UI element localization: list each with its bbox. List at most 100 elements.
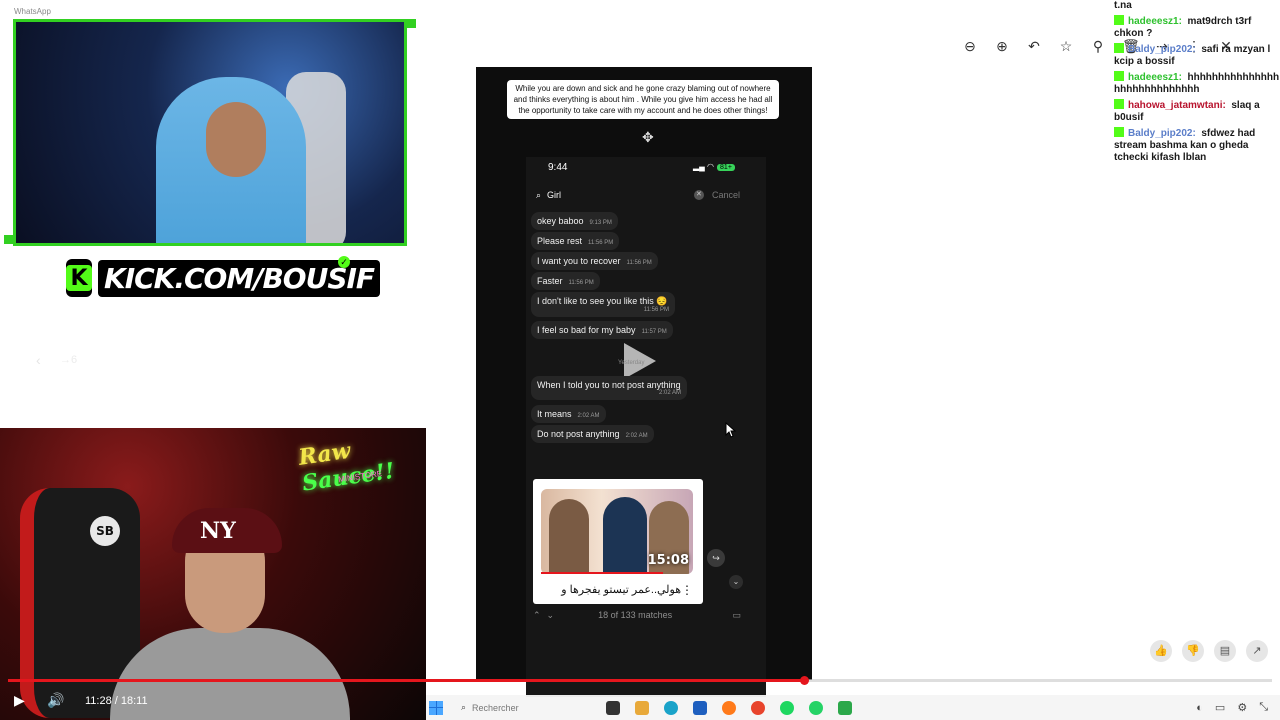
video-progress-fill — [8, 679, 805, 682]
search-cancel-button[interactable]: Cancel — [712, 190, 740, 200]
chat-message: When I told you to not post anything 2:02… — [531, 376, 687, 400]
video-actions: 👍 👎 ▤ ↗ — [1150, 640, 1268, 662]
comment-icon[interactable]: ▤ — [1214, 640, 1236, 662]
message-text: When I told you to not post anything — [537, 380, 681, 390]
search-icon: ⌕ — [461, 702, 467, 712]
clear-icon[interactable]: ✕ — [693, 190, 704, 200]
search-query[interactable]: Girl — [547, 190, 561, 200]
video-thumbnail[interactable]: 15:08 — [541, 489, 693, 574]
date-separator: Yesterday — [618, 360, 645, 366]
neon-sign: Raw Sauce!! — [297, 428, 426, 497]
whatsapp-icon[interactable] — [809, 700, 823, 715]
cap-logo: NY — [200, 518, 236, 544]
thumbnail-person — [549, 499, 589, 574]
chat-username[interactable]: hadeeesz1: — [1128, 16, 1182, 27]
video-watched-bar — [541, 572, 663, 574]
message-time: 11:56 PM — [588, 240, 614, 246]
kick-logo: K — [66, 259, 92, 297]
match-count: 18 of 133 matches — [598, 610, 673, 620]
frame-corner — [4, 235, 13, 244]
streamer-face — [206, 102, 266, 177]
time-display: 11:28 / 18:11 — [85, 695, 148, 707]
kick-badge-icon — [1114, 71, 1124, 81]
kick-badge-icon — [1114, 15, 1124, 25]
taskbar-search[interactable]: ⌕ Rechercher — [461, 702, 591, 713]
chat-username[interactable]: Baldy_pip202: — [1128, 128, 1196, 139]
search-icon: ⌕ — [536, 189, 542, 200]
story-caption: While you are down and sick and he gone … — [507, 80, 779, 119]
more-vert-icon[interactable]: ⋮ — [681, 583, 693, 597]
message-time: 11:56 PM — [568, 280, 594, 286]
kick-url: KICK.COM/BOUSIF — [98, 259, 381, 297]
windows-start-icon[interactable] — [429, 700, 443, 715]
message-text: Do not post anything — [537, 429, 620, 439]
thumbnail-person — [603, 497, 647, 574]
video-card[interactable]: 15:08 هولي..عمر تيستو يفجرها و ⋮ — [533, 479, 703, 604]
file-explorer-icon[interactable] — [635, 700, 649, 715]
chevron-down-icon[interactable]: ⌄ — [547, 610, 555, 621]
subtitles-icon[interactable]: ▭ — [1215, 701, 1225, 714]
message-time: 2:02 AM — [658, 390, 681, 396]
chat-username[interactable]: hadeeesz1: — [1128, 72, 1182, 83]
share-icon[interactable]: ↪ — [707, 549, 725, 567]
message-text: I don't like to see you like this 😔 — [537, 296, 668, 306]
chat-message: I feel so bad for my baby 11:57 PM — [531, 321, 673, 339]
like-icon[interactable]: 👍 — [1150, 640, 1172, 662]
windows-taskbar: ⌕ Rechercher ◐ ▭ ⚙ ⤡ — [426, 695, 1280, 720]
chat-message: I don't like to see you like this 😔 11:56… — [531, 292, 675, 317]
message-text: Faster — [537, 276, 563, 286]
phone-clock: 9:44 — [548, 162, 568, 173]
chat-message: Faster 11:56 PM — [531, 272, 600, 290]
chat-username[interactable]: hahowa_jatamwtani: — [1128, 100, 1226, 111]
chat-message: It means 2:02 AM — [531, 405, 606, 423]
move-icon[interactable]: ✥ — [642, 129, 654, 146]
browser-icon[interactable] — [751, 700, 765, 715]
frame-corner — [407, 19, 416, 28]
star-icon[interactable]: ☆ — [1058, 38, 1074, 55]
zoom-out-icon[interactable]: ⊖ — [962, 38, 978, 55]
streamer-webcam — [13, 19, 407, 246]
play-button[interactable]: ▶ — [14, 692, 30, 708]
message-time: 11:56 PM — [626, 260, 652, 266]
chat-message-text: t.na — [1114, 0, 1132, 11]
kick-logo-letter: K — [66, 265, 92, 291]
task-view-icon[interactable] — [606, 700, 620, 715]
chat-message: I want you to recover 11:56 PM — [531, 252, 658, 270]
share-icon[interactable]: ↗ — [1246, 640, 1268, 662]
kick-banner: K KICK.COM/BOUSIF ✓ — [66, 256, 381, 298]
edge-icon[interactable] — [664, 700, 678, 715]
message-text: I want you to recover — [537, 256, 621, 266]
dislike-icon[interactable]: 👎 — [1182, 640, 1204, 662]
calendar-icon[interactable]: ▭ — [732, 610, 741, 621]
zoom-in-icon[interactable]: ⊕ — [994, 38, 1010, 55]
fullscreen-icon[interactable]: ⤡ — [1259, 701, 1268, 714]
guest-webcam: NY SB Raw Sauce!! MINISTORE — [0, 428, 426, 720]
message-time: 11:57 PM — [641, 329, 667, 335]
chat-search-bar[interactable]: ⌕ Girl ✕ Cancel — [536, 186, 740, 204]
message-text: It means — [537, 409, 572, 419]
chat-line: hadeeesz1: mat9drch t3rf chkon ? — [1114, 15, 1280, 40]
volume-icon[interactable]: 🔊 — [47, 692, 64, 709]
video-title[interactable]: هولي..عمر تيستو يفجرها و — [541, 583, 681, 596]
message-time: 9:13 PM — [589, 220, 612, 226]
pin-icon[interactable]: ⚲ — [1090, 38, 1106, 55]
firefox-icon[interactable] — [722, 700, 736, 715]
undo-icon[interactable]: ↶ — [1026, 38, 1042, 55]
chat-username[interactable]: Baldy_pip202: — [1128, 44, 1196, 55]
message-time: 2:02 AM — [625, 433, 648, 439]
chevron-up-icon[interactable]: ⌃ — [533, 610, 541, 621]
spotify-icon[interactable] — [780, 700, 794, 715]
progress-scrubber[interactable] — [800, 676, 810, 685]
app-icon[interactable] — [838, 700, 852, 715]
chair-badge: SB — [90, 516, 120, 546]
kick-badge-icon — [1114, 127, 1124, 137]
settings-icon[interactable]: ⚙ — [1237, 701, 1247, 714]
video-duration: 15:08 — [647, 553, 689, 568]
video-progress-bar[interactable] — [8, 679, 1272, 682]
chat-line: hahowa_jatamwtani: slaq a b0usif — [1114, 99, 1280, 124]
store-icon[interactable] — [693, 700, 707, 715]
message-time: 2:02 AM — [577, 413, 600, 419]
autoplay-toggle-icon[interactable]: ◐ — [1196, 702, 1203, 714]
back-arrow-icon: ‹ — [36, 352, 41, 368]
chevron-down-icon[interactable]: ⌄ — [729, 575, 743, 589]
